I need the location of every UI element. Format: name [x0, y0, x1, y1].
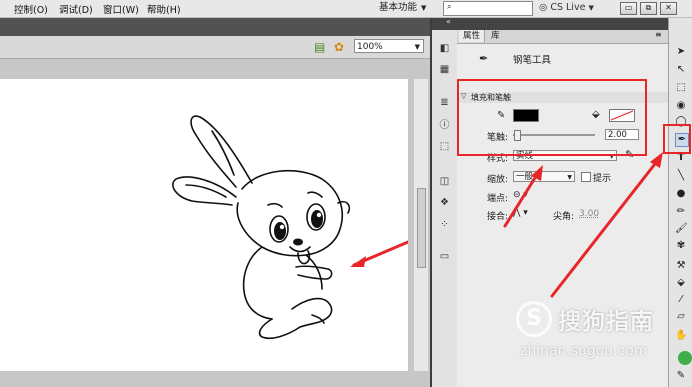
watermark-url: zhinan.sogou.com [520, 343, 648, 359]
sogou-logo-icon: S [516, 301, 552, 337]
arrow-to-pen-tool [550, 158, 660, 298]
arrow-to-panel [503, 171, 540, 228]
watermark-text: 搜狗指南 [558, 309, 654, 335]
